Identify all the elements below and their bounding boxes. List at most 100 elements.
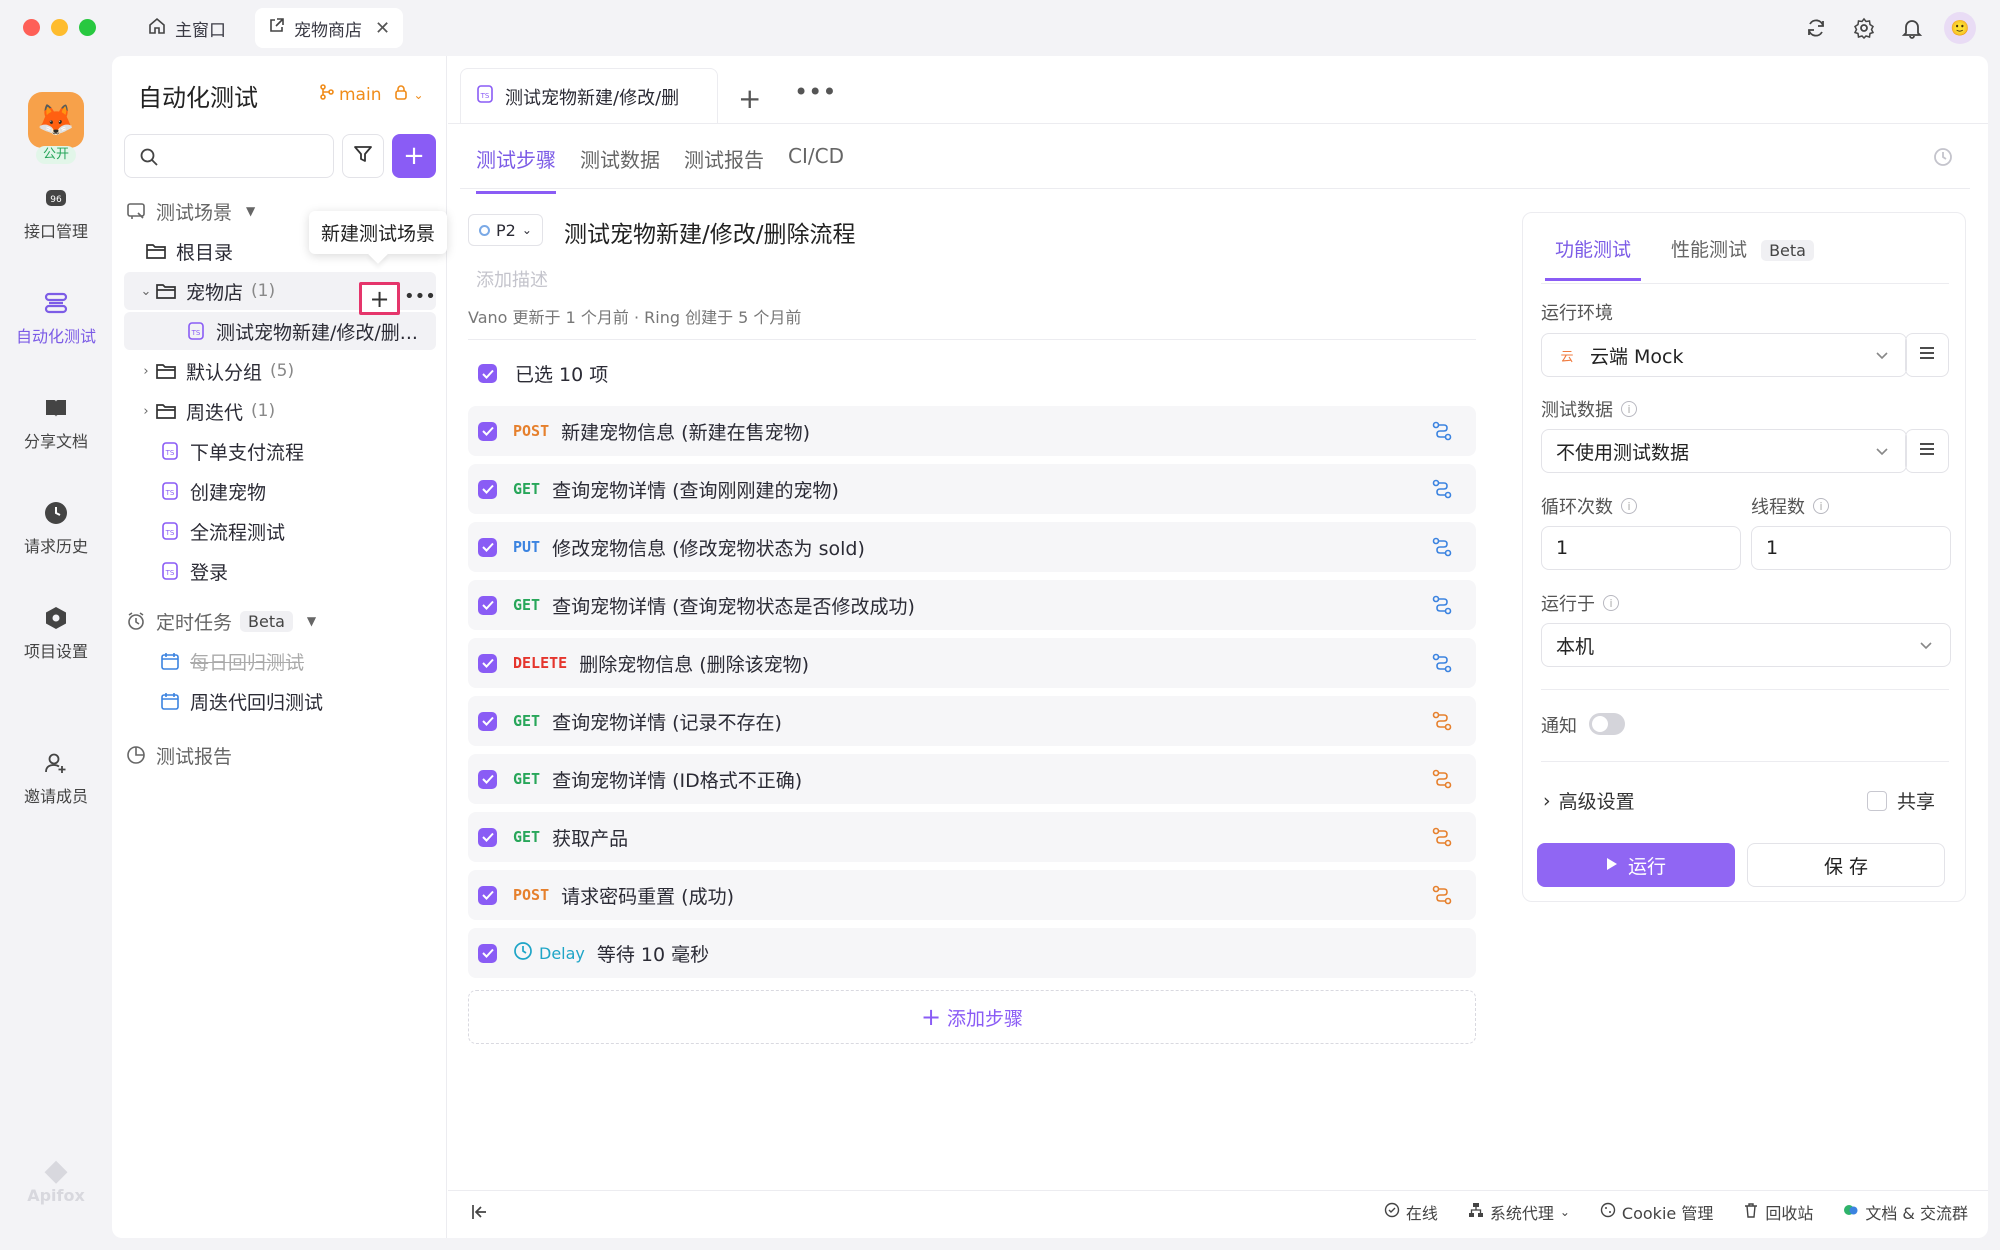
step-checkbox[interactable] [478,479,497,499]
env-manage-button[interactable] [1905,333,1949,377]
info-icon[interactable]: i [1603,595,1619,611]
notify-toggle[interactable] [1589,713,1625,735]
tree-item-daily-regression[interactable]: 每日回归测试 [124,642,436,680]
case-title[interactable]: 测试宠物新建/修改/删除流程 [564,215,856,249]
step-row[interactable]: PUT 修改宠物信息 (修改宠物状态为 sold) [468,522,1476,572]
tree-item-default-group[interactable]: › 默认分组 (5) [124,352,436,390]
run-button[interactable]: 运行 [1537,843,1735,887]
status-docs-community[interactable]: 文档 & 交流群 [1843,1200,1968,1224]
rail-item-invite-members[interactable]: 邀请成员 [0,749,112,807]
tree-item-petshop-case[interactable]: TS 测试宠物新建/修改/删... [124,312,436,350]
step-checkbox[interactable] [478,827,497,847]
rail-item-request-history[interactable]: 请求历史 [0,499,112,557]
tab-test-data[interactable]: 测试数据 [580,144,660,194]
test-data-select[interactable]: 不使用测试数据 [1541,429,1907,473]
step-row[interactable]: GET 查询宠物详情 (查询刚刚建的宠物) [468,464,1476,514]
step-link-icon[interactable] [1432,653,1452,678]
step-link-icon[interactable] [1432,827,1452,852]
branch-selector[interactable]: main ⌄ [320,84,424,105]
step-row[interactable]: Delay 等待 10 毫秒 [468,928,1476,978]
priority-selector[interactable]: P2 ⌄ [468,214,543,246]
test-data-manage-button[interactable] [1905,429,1949,473]
advanced-settings-toggle[interactable]: › 高级设置 [1543,787,1635,814]
rail-item-automation-test[interactable]: 自动化测试 [0,289,112,347]
share-option[interactable]: 共享 [1867,787,1935,814]
step-row[interactable]: POST 新建宠物信息 (新建在售宠物) [468,406,1476,456]
step-link-icon[interactable] [1432,769,1452,794]
step-checkbox[interactable] [478,943,497,963]
more-options-icon[interactable]: ••• [404,282,436,315]
rail-item-share-docs[interactable]: 分享文档 [0,394,112,452]
step-link-icon[interactable] [1432,479,1452,504]
history-icon[interactable] [1932,146,1954,173]
maximize-window-button[interactable] [79,19,96,36]
minimize-window-button[interactable] [51,19,68,36]
info-icon[interactable]: i [1621,401,1637,417]
step-row[interactable]: GET 查询宠物详情 (查询宠物状态是否修改成功) [468,580,1476,630]
step-link-icon[interactable] [1432,537,1452,562]
document-tab[interactable]: TS 测试宠物新建/修改/删 [460,68,718,124]
app-logo[interactable]: 🦊 [28,92,84,148]
select-all-checkbox[interactable] [478,364,497,383]
tree-header-scheduled[interactable]: 定时任务 Beta ▼ [124,602,436,640]
tree-item-full-flow[interactable]: TS 全流程测试 [124,512,436,550]
tab-test-reports[interactable]: 测试报告 [684,144,764,194]
env-select[interactable]: 云 云端 Mock [1541,333,1907,377]
tab-ci-cd[interactable]: CI/CD [788,144,844,194]
step-checkbox[interactable] [478,711,497,731]
run-on-select[interactable]: 本机 [1541,623,1951,667]
step-link-icon[interactable] [1432,595,1452,620]
tree-item-weekly[interactable]: › 周迭代 (1) [124,392,436,430]
info-icon[interactable]: i [1621,498,1637,514]
settings-gear-icon[interactable] [1848,12,1880,44]
step-checkbox[interactable] [478,653,497,673]
new-tab-button[interactable]: + [738,82,761,115]
step-checkbox[interactable] [478,537,497,557]
loops-input[interactable]: 1 [1541,526,1741,570]
add-step-button[interactable]: + 添加步骤 [468,990,1476,1044]
new-scene-button[interactable]: + [359,282,400,315]
status-online[interactable]: 在线 [1384,1200,1438,1224]
bell-icon[interactable] [1896,12,1928,44]
step-row[interactable]: GET 查询宠物详情 (ID格式不正确) [468,754,1476,804]
step-link-icon[interactable] [1432,421,1452,446]
collapse-sidebar-icon[interactable] [470,1202,490,1227]
status-cookie-manager[interactable]: Cookie 管理 [1600,1200,1713,1224]
more-tabs-icon[interactable]: ••• [794,78,836,106]
step-row[interactable]: DELETE 删除宠物信息 (删除该宠物) [468,638,1476,688]
status-recycle-bin[interactable]: 回收站 [1743,1200,1813,1224]
user-avatar[interactable]: 🙂 [1944,12,1976,44]
share-checkbox[interactable] [1867,790,1887,811]
step-checkbox[interactable] [478,769,497,789]
select-all-row[interactable]: 已选 10 项 [478,360,608,387]
add-description-field[interactable]: 添加描述 [476,266,548,292]
step-checkbox[interactable] [478,595,497,615]
tab-functional-test[interactable]: 功能测试 [1545,231,1642,281]
tab-test-steps[interactable]: 测试步骤 [476,144,556,194]
new-item-button[interactable]: + [392,134,436,178]
tree-item-weekly-regression[interactable]: 周迭代回归测试 [124,682,436,720]
window-tab-petshop[interactable]: 宠物商店 ✕ [255,8,404,48]
rail-item-project-settings[interactable]: 项目设置 [0,604,112,662]
search-input[interactable] [124,134,334,178]
tree-item-create-pet[interactable]: TS 创建宠物 [124,472,436,510]
step-link-icon[interactable] [1432,885,1452,910]
info-icon[interactable]: i [1813,498,1829,514]
step-link-icon[interactable] [1432,711,1452,736]
close-window-button[interactable] [23,19,40,36]
step-row[interactable]: GET 获取产品 [468,812,1476,862]
tab-performance-test[interactable]: 性能测试 Beta [1661,231,1824,281]
step-checkbox[interactable] [478,885,497,905]
threads-input[interactable]: 1 [1751,526,1951,570]
rail-item-api-management[interactable]: 96 接口管理 [0,184,112,242]
status-system-proxy[interactable]: 系统代理 ⌄ [1468,1200,1570,1224]
filter-button[interactable] [342,134,384,178]
tree-item-order-payment[interactable]: TS 下单支付流程 [124,432,436,470]
step-row[interactable]: GET 查询宠物详情 (记录不存在) [468,696,1476,746]
tree-item-login[interactable]: TS 登录 [124,552,436,590]
tree-item-test-reports[interactable]: 测试报告 [124,736,436,774]
window-tab-main[interactable]: 主窗口 [135,8,239,48]
save-button[interactable]: 保 存 [1747,843,1945,887]
close-tab-icon[interactable]: ✕ [375,18,390,39]
step-checkbox[interactable] [478,421,497,441]
